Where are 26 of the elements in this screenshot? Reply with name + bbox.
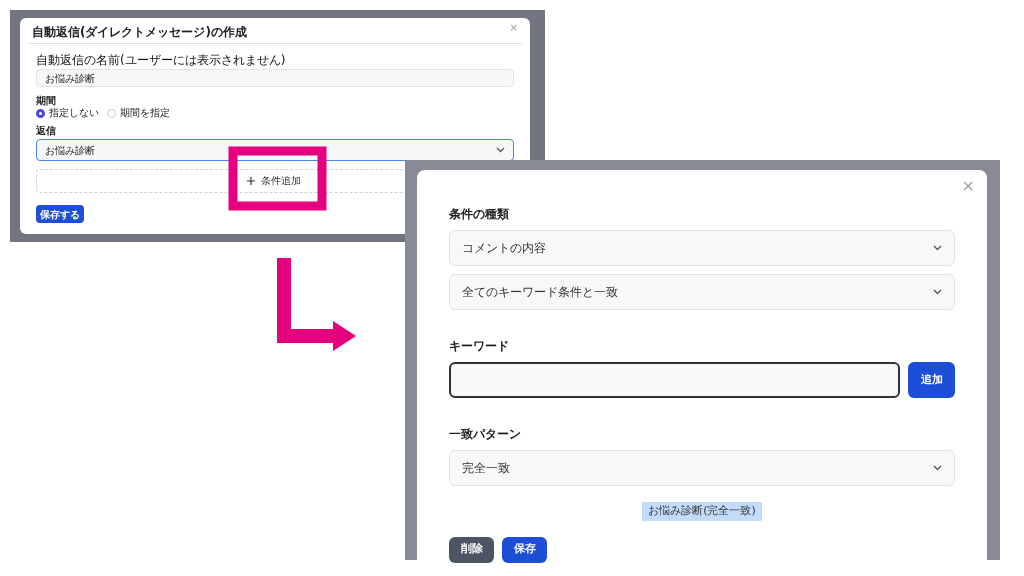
- dialog-title: 自動返信(ダイレクトメッセージ)の作成: [32, 24, 247, 41]
- keyword-field[interactable]: [449, 362, 900, 398]
- keyword-tag: お悩み診断(完全一致): [642, 502, 762, 521]
- save-button[interactable]: 保存: [502, 536, 547, 563]
- field-label: キーワード: [449, 338, 510, 354]
- select-field[interactable]: 全てのキーワード条件と一致: [449, 274, 955, 310]
- add-button[interactable]: 追加: [908, 362, 955, 398]
- chevron-down-icon: [496, 147, 505, 153]
- plus-icon: [247, 177, 255, 185]
- save-button[interactable]: 保存する: [36, 205, 84, 223]
- name-field[interactable]: お悩み診断: [36, 69, 514, 87]
- field-label: 返信: [36, 125, 56, 137]
- select-field[interactable]: 完全一致: [449, 450, 955, 486]
- chevron-down-icon: [933, 465, 942, 471]
- delete-button[interactable]: 削除: [449, 536, 494, 563]
- radio-option[interactable]: 期間を指定: [107, 107, 170, 119]
- add-condition-button[interactable]: 条件追加: [259, 175, 303, 187]
- radio-option[interactable]: 指定しない: [36, 107, 99, 119]
- reply-select[interactable]: お悩み診断: [36, 139, 514, 161]
- field-label: 自動返信の名前(ユーザーには表示されません): [36, 53, 286, 67]
- chevron-down-icon: [933, 289, 942, 295]
- field-label: 条件の種類: [449, 206, 510, 222]
- field-label: 一致パターン: [449, 426, 522, 442]
- field-label: 期間: [36, 95, 56, 107]
- select-field[interactable]: コメントの内容: [449, 230, 955, 266]
- chevron-down-icon: [933, 245, 942, 251]
